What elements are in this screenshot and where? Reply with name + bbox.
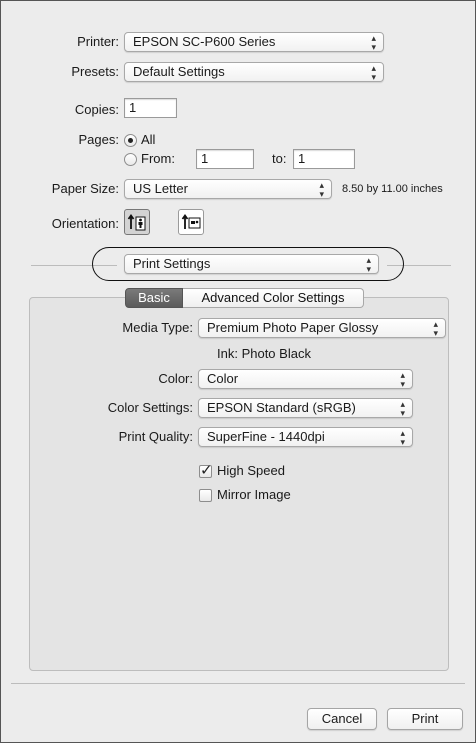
- up-down-arrows-icon: ▴ ▾: [433, 319, 438, 338]
- presets-popup[interactable]: Default Settings ▴ ▾: [124, 62, 384, 82]
- ink-text: Ink: Photo Black: [217, 346, 311, 361]
- high-speed-checkbox[interactable]: ✓: [199, 462, 213, 479]
- media-type-popup[interactable]: Premium Photo Paper Glossy ▴ ▾: [198, 318, 446, 338]
- pages-label: Pages:: [78, 132, 119, 147]
- print-quality-label: Print Quality:: [118, 429, 193, 444]
- checkmark-icon: ✓: [200, 462, 213, 479]
- up-down-arrows-icon: ▴ ▾: [371, 63, 376, 82]
- color-popup[interactable]: Color ▴ ▾: [198, 369, 413, 389]
- up-down-arrows-icon: ▴ ▾: [319, 180, 324, 199]
- separator-left: [31, 265, 117, 266]
- paper-size-value: US Letter: [133, 181, 188, 196]
- landscape-orientation-icon: [181, 213, 201, 229]
- printer-value: EPSON SC-P600 Series: [133, 34, 276, 49]
- pages-all-radio[interactable]: [124, 134, 137, 147]
- up-down-arrows-icon: ▴ ▾: [400, 399, 405, 418]
- copies-field[interactable]: 1: [124, 98, 177, 118]
- print-dialog: Printer: EPSON SC-P600 Series ▴ ▾ Presets…: [0, 0, 476, 743]
- tab-advanced-color-settings[interactable]: Advanced Color Settings: [183, 288, 364, 308]
- copies-label: Copies:: [74, 102, 119, 117]
- section-popup-value: Print Settings: [133, 256, 211, 271]
- pages-all-label: All: [141, 132, 156, 147]
- printer-label: Printer:: [77, 34, 119, 49]
- print-quality-popup[interactable]: SuperFine - 1440dpi ▴ ▾: [198, 427, 413, 447]
- presets-value: Default Settings: [133, 64, 225, 79]
- media-type-label: Media Type:: [122, 320, 193, 335]
- up-down-arrows-icon: ▴ ▾: [400, 428, 405, 447]
- color-settings-label: Color Settings:: [107, 400, 193, 415]
- pages-to-label: to:: [272, 151, 287, 166]
- landscape-button[interactable]: [178, 209, 204, 235]
- paper-dimensions: 8.50 by 11.00 inches: [342, 183, 443, 195]
- pages-from-label: From:: [141, 151, 175, 166]
- section-popup[interactable]: Print Settings ▴ ▾: [124, 254, 379, 274]
- color-label: Color:: [158, 371, 193, 386]
- color-settings-value: EPSON Standard (sRGB): [207, 400, 356, 415]
- print-button[interactable]: Print: [387, 708, 463, 730]
- mirror-image-checkbox[interactable]: [199, 489, 212, 502]
- paper-size-label: Paper Size:: [51, 181, 119, 196]
- up-down-arrows-icon: ▴ ▾: [371, 33, 376, 52]
- up-down-arrows-icon: ▴ ▾: [366, 255, 371, 274]
- pages-to-field[interactable]: 1: [293, 149, 355, 169]
- tab-basic[interactable]: Basic: [125, 288, 183, 308]
- bottom-separator: [11, 683, 465, 684]
- high-speed-label: High Speed: [217, 463, 285, 478]
- pages-from-radio[interactable]: [124, 153, 137, 166]
- pages-from-field[interactable]: 1: [196, 149, 254, 169]
- separator-right: [387, 265, 451, 266]
- cancel-button[interactable]: Cancel: [307, 708, 377, 730]
- media-type-value: Premium Photo Paper Glossy: [207, 320, 379, 335]
- mirror-image-label: Mirror Image: [217, 487, 291, 502]
- color-settings-popup[interactable]: EPSON Standard (sRGB) ▴ ▾: [198, 398, 413, 418]
- paper-size-popup[interactable]: US Letter ▴ ▾: [124, 179, 332, 199]
- portrait-button[interactable]: [124, 209, 150, 235]
- up-down-arrows-icon: ▴ ▾: [400, 370, 405, 389]
- printer-popup[interactable]: EPSON SC-P600 Series ▴ ▾: [124, 32, 384, 52]
- print-quality-value: SuperFine - 1440dpi: [207, 429, 325, 444]
- presets-label: Presets:: [71, 64, 119, 79]
- portrait-orientation-icon: [127, 213, 146, 231]
- orientation-label: Orientation:: [51, 216, 119, 231]
- color-value: Color: [207, 371, 239, 386]
